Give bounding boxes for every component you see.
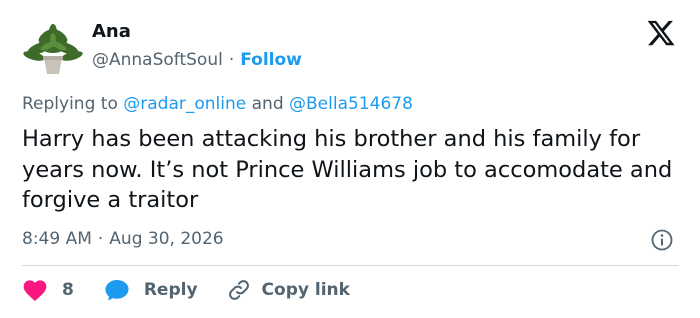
- separator-dot: ·: [228, 50, 235, 70]
- copy-link-button[interactable]: Copy link: [226, 278, 350, 302]
- replying-to-line: Replying to @radar_online and @Bella5146…: [22, 92, 413, 116]
- avatar[interactable]: [22, 20, 84, 82]
- mention-link-1[interactable]: @radar_online: [123, 94, 246, 114]
- info-icon[interactable]: [650, 228, 674, 252]
- timestamp-row[interactable]: 8:49 AM · Aug 30, 2026: [22, 227, 224, 251]
- tweet-text: Harry has been attacking his brother and…: [22, 126, 673, 213]
- link-icon: [226, 278, 252, 302]
- like-count: 8: [62, 280, 74, 300]
- author-name[interactable]: Ana: [92, 20, 131, 44]
- follow-button[interactable]: Follow: [240, 50, 302, 70]
- speech-bubble-icon: [104, 278, 130, 302]
- author-handle-row: @AnnaSoftSoul · Follow: [92, 48, 302, 72]
- reply-button[interactable]: Reply: [104, 278, 198, 302]
- replying-prefix: Replying to: [22, 94, 118, 114]
- heart-icon: [22, 278, 48, 302]
- tweet-time[interactable]: 8:49 AM: [22, 229, 92, 249]
- timestamp-separator: ·: [97, 229, 104, 249]
- divider: [22, 265, 679, 266]
- like-button[interactable]: 8: [22, 278, 74, 302]
- copy-link-label: Copy link: [261, 280, 350, 300]
- replying-conjunction: and: [251, 94, 284, 114]
- author-handle[interactable]: @AnnaSoftSoul: [92, 50, 223, 70]
- mention-link-2[interactable]: @Bella514678: [289, 94, 413, 114]
- action-bar: 8 Reply Copy link: [22, 276, 350, 304]
- fern-plant-avatar-image: [22, 20, 84, 82]
- x-logo-icon[interactable]: [646, 18, 676, 48]
- tweet-date[interactable]: Aug 30, 2026: [109, 229, 223, 249]
- reply-label: Reply: [143, 280, 198, 300]
